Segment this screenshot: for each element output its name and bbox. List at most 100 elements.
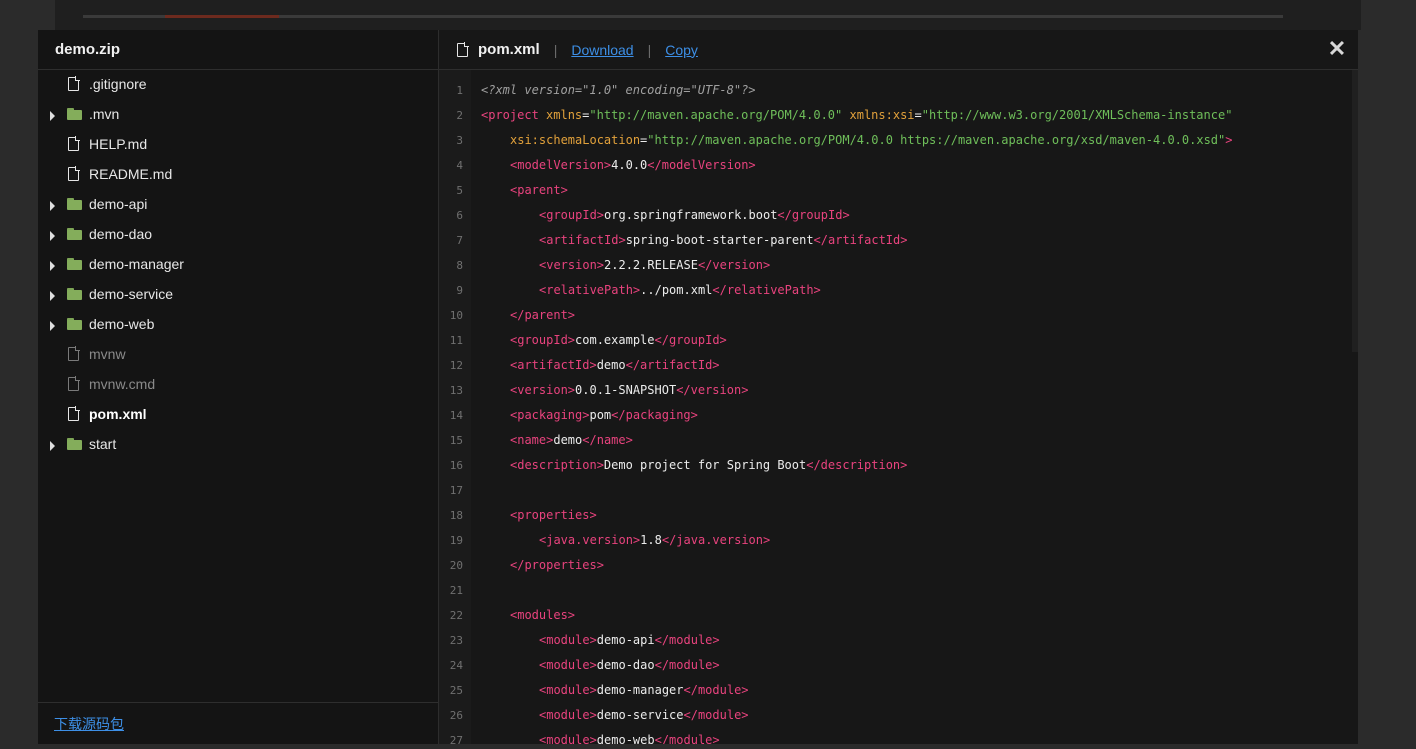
code-token-tag: <version>: [539, 258, 605, 272]
tree-item-readme-md[interactable]: README.md: [38, 160, 438, 190]
code-token-tag: </groupId>: [777, 208, 850, 222]
code-token-val: "http://maven.apache.org/POM/4.0.0 https…: [647, 133, 1226, 147]
caret-right-icon[interactable]: [50, 261, 55, 271]
code-token-tag: </module>: [683, 708, 749, 722]
code-token-tag: <name>: [510, 433, 554, 447]
code-text: <relativePath>../pom.xml</relativePath>: [539, 278, 821, 303]
download-link[interactable]: Download: [571, 42, 633, 58]
tree-item-demo-api[interactable]: demo-api: [38, 190, 438, 220]
file-icon: [68, 76, 80, 91]
tree-item-gitignore[interactable]: .gitignore: [38, 70, 438, 100]
line-number: 5: [456, 184, 463, 197]
line-number: 1: [456, 84, 463, 97]
tree-item-demo-service[interactable]: demo-service: [38, 280, 438, 310]
code-token-tag: <modelVersion>: [510, 158, 612, 172]
caret-right-icon[interactable]: [50, 321, 55, 331]
tree-item-label: README.md: [89, 166, 173, 182]
code-token-plain: Demo project for Spring Boot: [603, 458, 807, 472]
code-line: 11 <groupId>com.example</groupId>: [439, 328, 1358, 353]
copy-link[interactable]: Copy: [665, 42, 698, 58]
code-token-decl: <?xml version="1.0" encoding="UTF-8"?>: [481, 83, 756, 97]
code-token-tag: </module>: [654, 658, 720, 672]
file-tree-sidebar: demo.zip .gitignore .mvn HELP.md README.md d…: [38, 30, 439, 744]
tree-item-mvn[interactable]: .mvn: [38, 100, 438, 130]
code-token-plain: org.springframework.boot: [604, 208, 778, 222]
caret-right-icon[interactable]: [50, 291, 55, 301]
caret-right-icon[interactable]: [50, 201, 55, 211]
tree-item-label: demo-web: [89, 316, 155, 332]
tree-item-demo-web[interactable]: demo-web: [38, 310, 438, 340]
caret-right-icon[interactable]: [50, 441, 55, 451]
tree-item-mvnw[interactable]: mvnw: [38, 340, 438, 370]
tree-item-start[interactable]: start: [38, 430, 438, 460]
line-number: 23: [449, 634, 463, 647]
line-number: 26: [449, 709, 463, 722]
caret-right-icon[interactable]: [50, 231, 55, 241]
code-text: <properties>: [510, 503, 597, 528]
code-text: <module>demo-service</module>: [539, 703, 749, 728]
line-number: 25: [449, 684, 463, 697]
code-token-tag: <modules>: [510, 608, 576, 622]
code-token-tag: <module>: [539, 658, 597, 672]
code-token-plain: ../pom.xml: [640, 283, 713, 297]
code-token-tag: <description>: [510, 458, 604, 472]
viewer-header: pom.xml | Download | Copy ✕: [439, 30, 1358, 70]
tree-item-mvnw-cmd[interactable]: mvnw.cmd: [38, 370, 438, 400]
code-token-attr: xmlns: [546, 108, 583, 122]
code-token-tag: </parent>: [510, 308, 576, 322]
code-line: 1 <?xml version="1.0" encoding="UTF-8"?>: [439, 78, 1358, 103]
code-token-plain: com.example: [575, 333, 655, 347]
code-token-tag: </description>: [806, 458, 908, 472]
code-line: 6 <groupId>org.springframework.boot</grou…: [439, 203, 1358, 228]
code-token-tag: </properties>: [510, 558, 604, 572]
file-icon: [457, 41, 469, 57]
code-token-tag: </version>: [676, 383, 749, 397]
code-line: 22 <modules>: [439, 603, 1358, 628]
folder-icon: [67, 438, 82, 450]
line-number: 4: [456, 159, 463, 172]
line-number: 24: [449, 659, 463, 672]
code-line: 21: [439, 578, 1358, 603]
line-number: 27: [449, 734, 463, 744]
tree-item-label: demo-service: [89, 286, 174, 302]
tree-item-label: mvnw: [89, 346, 126, 362]
code-text: </parent>: [510, 303, 575, 328]
tree-item-demo-manager[interactable]: demo-manager: [38, 250, 438, 280]
line-number: 7: [456, 234, 463, 247]
code-line: 17: [439, 478, 1358, 503]
tree-item-label: HELP.md: [89, 136, 148, 152]
code-token-attr: xmlns:xsi: [849, 108, 915, 122]
file-icon: [68, 346, 80, 361]
file-tree: .gitignore .mvn HELP.md README.md demo-api de…: [38, 70, 438, 460]
code-token-tag: <relativePath>: [539, 283, 641, 297]
tree-item-label: .gitignore: [89, 76, 147, 92]
line-number: 2: [456, 109, 463, 122]
folder-icon: [67, 258, 82, 270]
code-text: xsi:schemaLocation="http://maven.apache.…: [510, 128, 1232, 153]
file-icon: [68, 136, 80, 151]
tree-item-help-md[interactable]: HELP.md: [38, 130, 438, 160]
tree-item-label: demo-manager: [89, 256, 184, 272]
code-token-tag: <module>: [539, 733, 597, 744]
code-token-plain: demo-manager: [596, 683, 684, 697]
file-icon: [68, 406, 80, 421]
line-number: 10: [449, 309, 463, 322]
code-token-tag: <module>: [539, 633, 597, 647]
code-line: 23 <module>demo-api</module>: [439, 628, 1358, 653]
code-view[interactable]: 1 <?xml version="1.0" encoding="UTF-8"?> 2…: [439, 70, 1358, 744]
line-number: 13: [449, 384, 463, 397]
code-token-tag: </java.version>: [661, 533, 771, 547]
folder-icon: [67, 288, 82, 300]
code-token-tag: </artifactId>: [625, 358, 720, 372]
code-token-plain: 1.8: [640, 533, 662, 547]
tree-item-pom-xml[interactable]: pom.xml: [38, 400, 438, 430]
download-source-link[interactable]: 下载源码包: [54, 714, 124, 734]
code-token-tag: <parent>: [510, 183, 568, 197]
code-text: <name>demo</name>: [510, 428, 633, 453]
tree-item-label: mvnw.cmd: [89, 376, 156, 392]
code-token-attr: xsi:schemaLocation: [510, 133, 641, 147]
close-icon[interactable]: ✕: [1326, 38, 1348, 60]
caret-right-icon[interactable]: [50, 111, 55, 121]
header-separator: |: [553, 41, 558, 58]
tree-item-demo-dao[interactable]: demo-dao: [38, 220, 438, 250]
